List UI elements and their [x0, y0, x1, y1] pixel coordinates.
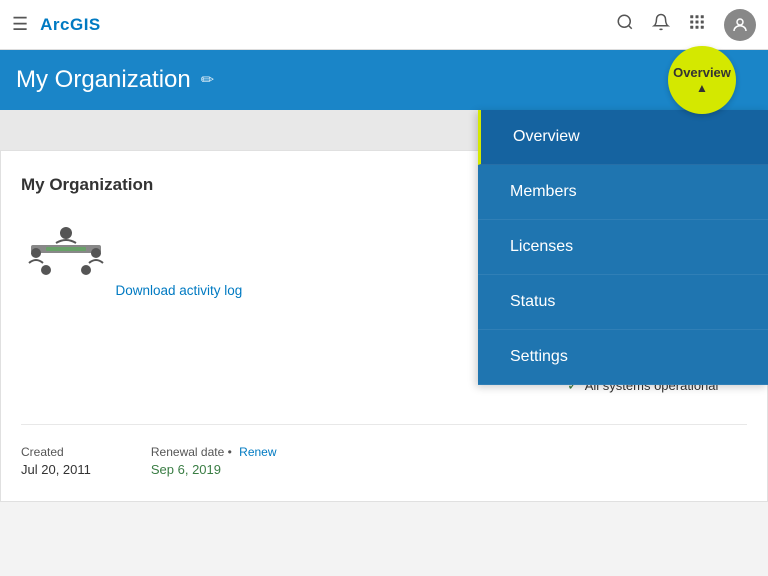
- search-icon[interactable]: [616, 13, 634, 36]
- org-title-text: My Organization: [16, 66, 191, 94]
- org-icon: [21, 215, 111, 285]
- menu-item-members-label: Members: [510, 183, 577, 201]
- menu-item-overview-label: Overview: [513, 128, 580, 146]
- arcgis-logo: ArcGIS: [40, 15, 101, 35]
- main-area: My Organization: [0, 110, 768, 576]
- card-left: Download activity log: [21, 215, 547, 394]
- overview-button[interactable]: Overview ▲: [668, 46, 736, 114]
- overview-btn-label: Overview: [673, 65, 731, 80]
- menu-item-licenses[interactable]: Licenses: [478, 220, 768, 275]
- menu-item-members[interactable]: Members: [478, 165, 768, 220]
- renew-link[interactable]: Renew: [239, 445, 276, 459]
- menu-item-status[interactable]: Status: [478, 275, 768, 330]
- created-label: Created: [21, 445, 91, 459]
- renewal-bottom-value: Sep 6, 2019: [151, 462, 277, 477]
- bell-icon[interactable]: [652, 13, 670, 36]
- menu-item-status-label: Status: [510, 293, 555, 311]
- org-header: My Organization ✏ Overview ▲: [0, 50, 768, 110]
- avatar[interactable]: [724, 9, 756, 41]
- bottom-section: Created Jul 20, 2011 Renewal date • Rene…: [21, 424, 747, 477]
- renewal-bottom-label: Renewal date • Renew: [151, 445, 277, 459]
- org-title: My Organization ✏: [16, 66, 214, 94]
- renewal-bottom-block: Renewal date • Renew Sep 6, 2019: [151, 445, 277, 477]
- dropdown-menu: Overview Members Licenses Status Setting…: [478, 110, 768, 385]
- created-value: Jul 20, 2011: [21, 462, 91, 477]
- navbar: ☰ ArcGIS: [0, 0, 768, 50]
- download-activity-link[interactable]: Download activity log: [115, 283, 242, 298]
- navbar-left: ☰ ArcGIS: [12, 14, 101, 35]
- navbar-right: [616, 9, 756, 41]
- hamburger-icon[interactable]: ☰: [12, 14, 28, 35]
- menu-item-licenses-label: Licenses: [510, 238, 573, 256]
- overview-chevron-icon: ▲: [696, 81, 708, 95]
- grid-icon[interactable]: [688, 13, 706, 36]
- menu-item-settings[interactable]: Settings: [478, 330, 768, 385]
- created-block: Created Jul 20, 2011: [21, 445, 91, 477]
- menu-item-settings-label: Settings: [510, 348, 568, 366]
- menu-item-overview[interactable]: Overview: [478, 110, 768, 165]
- dot-separator: •: [228, 445, 232, 459]
- edit-icon[interactable]: ✏: [201, 70, 214, 90]
